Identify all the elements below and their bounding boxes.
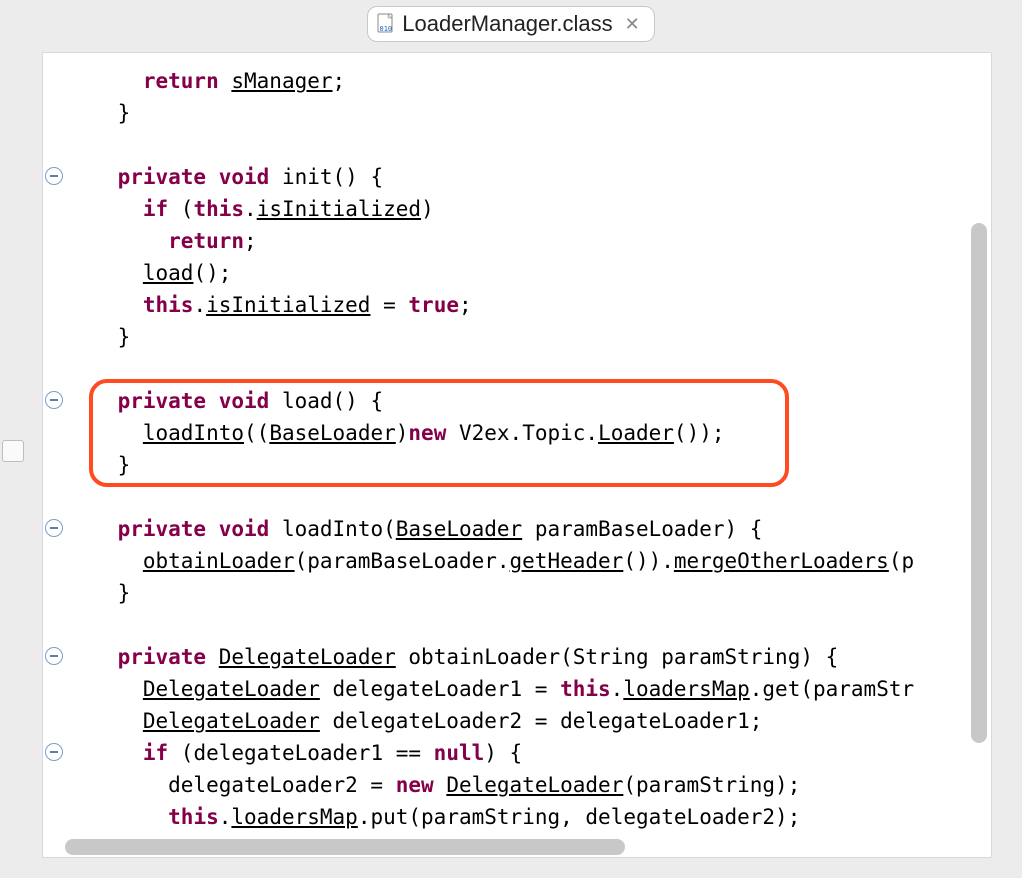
window: 010 LoaderManager.class ✕ return sManage…	[0, 0, 1022, 878]
close-icon[interactable]: ✕	[625, 14, 640, 35]
vertical-scrollbar[interactable]	[971, 83, 987, 797]
tab-bar: 010 LoaderManager.class ✕	[0, 6, 1022, 42]
tab-filename: LoaderManager.class	[402, 11, 612, 37]
editor-tab[interactable]: 010 LoaderManager.class ✕	[367, 6, 654, 42]
fold-toggle[interactable]	[45, 391, 63, 409]
editor-body[interactable]: return sManager; } private void init() {…	[43, 53, 965, 835]
svg-text:010: 010	[380, 25, 393, 33]
fold-toggle[interactable]	[45, 167, 63, 185]
fold-toggle[interactable]	[45, 647, 63, 665]
fold-toggle[interactable]	[45, 743, 63, 761]
horizontal-scrollbar[interactable]	[55, 839, 951, 855]
editor-frame: return sManager; } private void init() {…	[42, 52, 992, 858]
fold-toggle[interactable]	[45, 519, 63, 537]
code-area[interactable]: return sManager; } private void init() {…	[67, 53, 965, 835]
horizontal-scrollbar-thumb[interactable]	[65, 839, 625, 855]
source-code[interactable]: return sManager; } private void init() {…	[67, 53, 965, 835]
vertical-scrollbar-thumb[interactable]	[971, 223, 987, 743]
class-file-icon: 010	[376, 13, 396, 35]
gutter	[43, 53, 67, 835]
left-ruler-marker	[2, 440, 24, 462]
